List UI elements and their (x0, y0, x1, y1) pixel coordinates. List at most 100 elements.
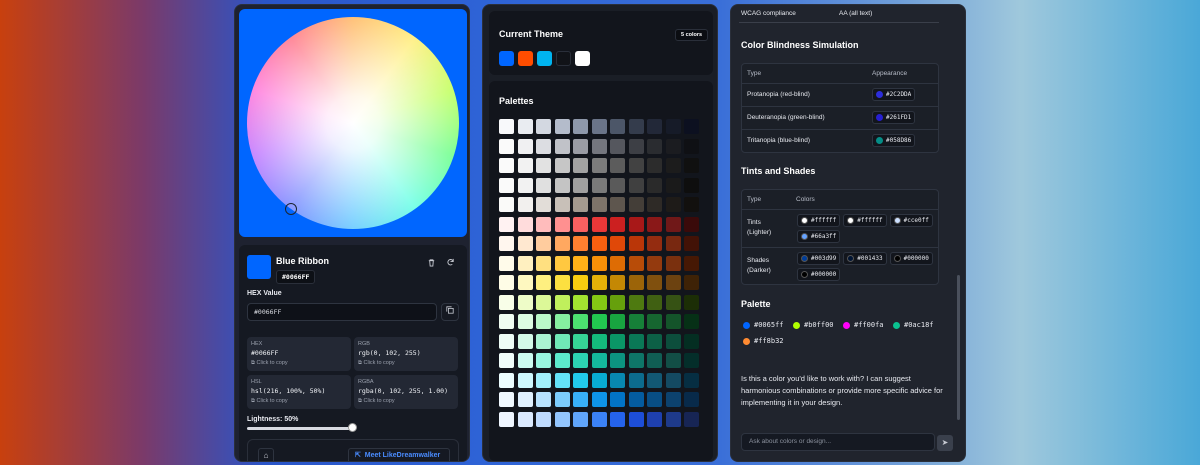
palette-cell[interactable] (536, 138, 551, 154)
palette-cell[interactable] (684, 314, 699, 329)
palette-cell[interactable] (499, 411, 514, 427)
palette-cell[interactable] (554, 333, 570, 349)
color-chip[interactable]: #261FD1 (872, 111, 916, 124)
theme-swatch[interactable] (499, 51, 514, 66)
palette-cell[interactable] (610, 392, 625, 407)
palette-cell[interactable] (536, 411, 551, 427)
palette-cell[interactable] (684, 392, 699, 407)
palette-cell[interactable] (554, 372, 570, 388)
palette-cell[interactable] (628, 255, 644, 271)
palette-cell[interactable] (610, 197, 625, 212)
palette-cell[interactable] (536, 119, 551, 134)
palette-cell[interactable] (517, 353, 533, 368)
palette-cell[interactable] (647, 255, 662, 271)
palette-cell[interactable] (536, 275, 551, 290)
palette-cell[interactable] (499, 392, 514, 407)
palette-cell[interactable] (591, 197, 607, 212)
palette-cell[interactable] (591, 372, 607, 388)
palette-cell[interactable] (499, 216, 514, 232)
palette-cell[interactable] (647, 372, 662, 388)
palette-cell[interactable] (517, 236, 533, 251)
color-wheel-area[interactable] (239, 9, 467, 237)
palette-cell[interactable] (554, 411, 570, 427)
send-icon[interactable]: ➤ (937, 435, 953, 451)
palette-cell[interactable] (628, 236, 644, 251)
palette-cell[interactable] (684, 177, 699, 193)
palette-cell[interactable] (684, 197, 699, 212)
palette-cell[interactable] (499, 177, 514, 193)
palette-cell[interactable] (610, 372, 625, 388)
hex-input[interactable]: #0066FF (247, 303, 437, 321)
palette-cell[interactable] (554, 216, 570, 232)
palette-cell[interactable] (591, 353, 607, 368)
palette-cell[interactable] (610, 333, 625, 349)
palette-cell[interactable] (684, 255, 699, 271)
lightness-slider-thumb[interactable] (347, 423, 357, 432)
palette-cell[interactable] (554, 236, 570, 251)
palette-cell[interactable] (610, 119, 625, 134)
palette-cell[interactable] (684, 158, 699, 173)
palette-cell[interactable] (665, 275, 681, 290)
color-chip[interactable]: #ffffff (843, 214, 887, 227)
palette-cell[interactable] (628, 333, 644, 349)
color-wheel-handle[interactable] (285, 203, 297, 215)
palette-cell[interactable] (684, 333, 699, 349)
palette-cell[interactable] (517, 119, 533, 134)
palette-cell[interactable] (628, 392, 644, 407)
palette-cell[interactable] (536, 197, 551, 212)
palette-cell[interactable] (499, 119, 514, 134)
palette-cell[interactable] (573, 353, 588, 368)
format-rgba-card[interactable]: RGBA rgba(0, 102, 255, 1.00) ⧉ Click to … (354, 375, 458, 409)
palette-cell[interactable] (573, 392, 588, 407)
palette-cell[interactable] (628, 138, 644, 154)
palette-cell[interactable] (573, 275, 588, 290)
palette-cell[interactable] (610, 158, 625, 173)
palette-cell[interactable] (554, 294, 570, 310)
palette-cell[interactable] (591, 119, 607, 134)
scrollbar[interactable] (957, 275, 960, 420)
palette-cell[interactable] (554, 138, 570, 154)
palette-cell[interactable] (628, 411, 644, 427)
palette-cell[interactable] (647, 411, 662, 427)
theme-swatch[interactable] (518, 51, 533, 66)
palette-cell[interactable] (684, 411, 699, 427)
palette-cell[interactable] (536, 177, 551, 193)
palette-cell[interactable] (573, 197, 588, 212)
palette-cell[interactable] (573, 216, 588, 232)
palette-cell[interactable] (499, 294, 514, 310)
palette-cell[interactable] (517, 197, 533, 212)
palette-cell[interactable] (536, 372, 551, 388)
palette-cell[interactable] (610, 236, 625, 251)
palette-cell[interactable] (573, 294, 588, 310)
palette-cell[interactable] (647, 197, 662, 212)
palette-cell[interactable] (554, 119, 570, 134)
palette-cell[interactable] (665, 372, 681, 388)
palette-cell[interactable] (573, 314, 588, 329)
palette-cell[interactable] (684, 138, 699, 154)
palette-cell[interactable] (517, 138, 533, 154)
palette-cell[interactable] (684, 275, 699, 290)
palette-cell[interactable] (499, 138, 514, 154)
color-chip[interactable]: #2C2DDA (872, 88, 916, 101)
palette-cell[interactable] (665, 138, 681, 154)
palette-cell[interactable] (684, 372, 699, 388)
palette-cell[interactable] (573, 255, 588, 271)
palette-cell[interactable] (517, 177, 533, 193)
palette-cell[interactable] (610, 275, 625, 290)
palette-cell[interactable] (591, 333, 607, 349)
palette-cell[interactable] (647, 236, 662, 251)
palette-cell[interactable] (591, 294, 607, 310)
palette-cell[interactable] (665, 158, 681, 173)
palette-cell[interactable] (517, 333, 533, 349)
palette-cell[interactable] (647, 314, 662, 329)
palette-cell[interactable] (554, 197, 570, 212)
palette-cell[interactable] (499, 314, 514, 329)
palette-cell[interactable] (628, 119, 644, 134)
palette-cell[interactable] (628, 158, 644, 173)
format-hex-card[interactable]: HEX #0066FF ⧉ Click to copy (247, 337, 351, 371)
palette-cell[interactable] (517, 275, 533, 290)
color-chip[interactable]: #ffffff (797, 214, 841, 227)
ask-input[interactable]: Ask about colors or design... (741, 433, 935, 451)
palette-cell[interactable] (665, 216, 681, 232)
palette-cell[interactable] (573, 158, 588, 173)
